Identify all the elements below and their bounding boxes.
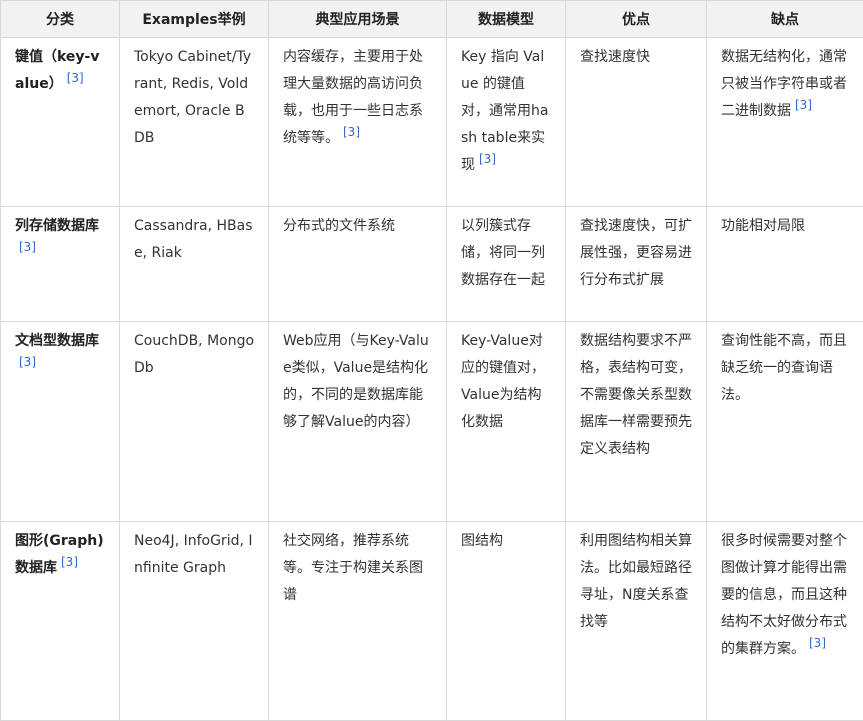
scenario-text: Web应用（与Key-Value类似，Value是结构化的，不同的是数据库能够了… — [283, 333, 429, 430]
cell-category: 文档型数据库 [3] — [1, 322, 120, 522]
cell-examples: CouchDB, MongoDb — [120, 322, 269, 522]
cell-scenario: 内容缓存，主要用于处理大量数据的高访问负载，也用于一些日志系统等等。[3] — [269, 38, 447, 207]
model-text: Key-Value对应的键值对，Value为结构化数据 — [461, 333, 545, 430]
header-category: 分类 — [1, 1, 120, 38]
cons-text: 很多时候需要对整个图做计算才能得出需要的信息，而且这种结构不太好做分布式的集群方… — [721, 533, 847, 657]
cell-examples: Neo4J, InfoGrid, Infinite Graph — [120, 522, 269, 721]
cell-model: Key-Value对应的键值对，Value为结构化数据 — [447, 322, 566, 522]
model-text: Key 指向 Value 的键值对，通常用hash table来实现 — [461, 49, 548, 173]
header-row: 分类 Examples举例 典型应用场景 数据模型 优点 缺点 — [1, 1, 863, 38]
header-pros: 优点 — [566, 1, 707, 38]
category-text: 列存储数据库 — [15, 218, 99, 234]
table-row: 图形(Graph)数据库[3]Neo4J, InfoGrid, Infinite… — [1, 522, 863, 721]
category-text: 图形(Graph)数据库 — [15, 533, 104, 576]
header-cons: 缺点 — [707, 1, 863, 38]
reference-link[interactable]: [3] — [809, 636, 826, 650]
examples-text: CouchDB, MongoDb — [134, 333, 254, 376]
cons-text: 数据无结构化，通常只被当作字符串或者二进制数据 — [721, 49, 847, 119]
reference-link[interactable]: [3] — [67, 71, 84, 85]
table-row: 键值（key-value）[3]Tokyo Cabinet/Tyrant, Re… — [1, 38, 863, 207]
header-scenario: 典型应用场景 — [269, 1, 447, 38]
scenario-text: 分布式的文件系统 — [283, 218, 395, 234]
cell-pros: 查找速度快 — [566, 38, 707, 207]
examples-text: Cassandra, HBase, Riak — [134, 218, 253, 261]
cell-category: 列存储数据库 [3] — [1, 207, 120, 322]
cell-cons: 查询性能不高，而且缺乏统一的查询语法。 — [707, 322, 863, 522]
cell-model: 以列簇式存储，将同一列数据存在一起 — [447, 207, 566, 322]
header-examples: Examples举例 — [120, 1, 269, 38]
pros-text: 利用图结构相关算法。比如最短路径寻址，N度关系查找等 — [580, 533, 692, 630]
nosql-comparison-table: 分类 Examples举例 典型应用场景 数据模型 优点 缺点 键值（key-v… — [0, 0, 863, 721]
reference-link[interactable]: [3] — [19, 355, 36, 369]
cell-pros: 数据结构要求不严格，表结构可变，不需要像关系型数据库一样需要预先定义表结构 — [566, 322, 707, 522]
reference-link[interactable]: [3] — [795, 98, 812, 112]
cell-pros: 查找速度快，可扩展性强，更容易进行分布式扩展 — [566, 207, 707, 322]
reference-link[interactable]: [3] — [61, 555, 78, 569]
pros-text: 查找速度快，可扩展性强，更容易进行分布式扩展 — [580, 218, 692, 288]
category-text: 键值（key-value） — [15, 49, 100, 92]
cell-model: Key 指向 Value 的键值对，通常用hash table来实现[3] — [447, 38, 566, 207]
reference-link[interactable]: [3] — [343, 125, 360, 139]
examples-text: Tokyo Cabinet/Tyrant, Redis, Voldemort, … — [134, 49, 251, 146]
cell-model: 图结构 — [447, 522, 566, 721]
cell-pros: 利用图结构相关算法。比如最短路径寻址，N度关系查找等 — [566, 522, 707, 721]
category-text: 文档型数据库 — [15, 333, 99, 349]
cons-text: 功能相对局限 — [721, 218, 805, 234]
model-text: 图结构 — [461, 533, 503, 549]
cell-scenario: Web应用（与Key-Value类似，Value是结构化的，不同的是数据库能够了… — [269, 322, 447, 522]
model-text: 以列簇式存储，将同一列数据存在一起 — [461, 218, 545, 288]
examples-text: Neo4J, InfoGrid, Infinite Graph — [134, 533, 253, 576]
scenario-text: 社交网络，推荐系统等。专注于构建关系图谱 — [283, 533, 423, 603]
cell-examples: Cassandra, HBase, Riak — [120, 207, 269, 322]
reference-link[interactable]: [3] — [479, 152, 496, 166]
cell-category: 键值（key-value）[3] — [1, 38, 120, 207]
table-row: 列存储数据库 [3] Cassandra, HBase, Riak 分布式的文件系统 以… — [1, 207, 863, 322]
pros-text: 数据结构要求不严格，表结构可变，不需要像关系型数据库一样需要预先定义表结构 — [580, 333, 692, 457]
table-row: 文档型数据库 [3] CouchDB, MongoDb Web应用（与Key-Valu… — [1, 322, 863, 522]
pros-text: 查找速度快 — [580, 49, 650, 65]
header-model: 数据模型 — [447, 1, 566, 38]
cell-scenario: 社交网络，推荐系统等。专注于构建关系图谱 — [269, 522, 447, 721]
cell-scenario: 分布式的文件系统 — [269, 207, 447, 322]
reference-link[interactable]: [3] — [19, 240, 36, 254]
cell-cons: 功能相对局限 — [707, 207, 863, 322]
cons-text: 查询性能不高，而且缺乏统一的查询语法。 — [721, 333, 847, 403]
cell-category: 图形(Graph)数据库[3] — [1, 522, 120, 721]
cell-cons: 很多时候需要对整个图做计算才能得出需要的信息，而且这种结构不太好做分布式的集群方… — [707, 522, 863, 721]
cell-examples: Tokyo Cabinet/Tyrant, Redis, Voldemort, … — [120, 38, 269, 207]
cell-cons: 数据无结构化，通常只被当作字符串或者二进制数据[3] — [707, 38, 863, 207]
